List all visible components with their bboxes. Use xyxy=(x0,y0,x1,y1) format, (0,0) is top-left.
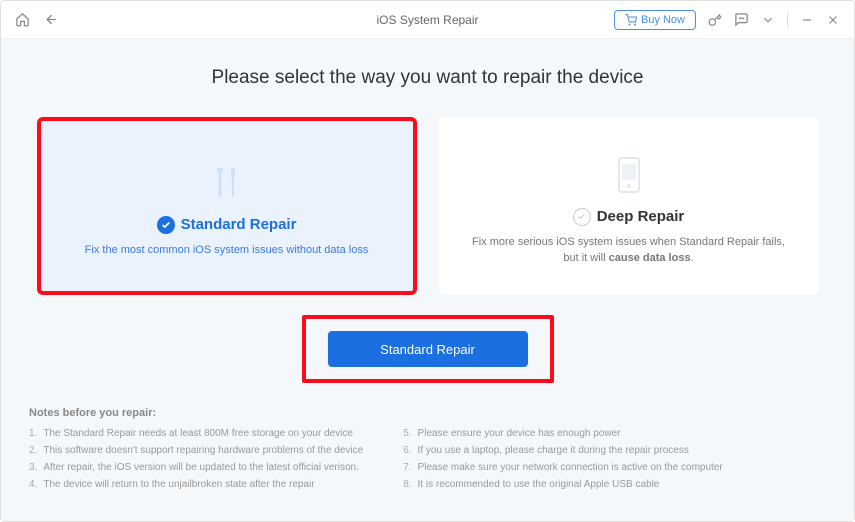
standard-repair-button[interactable]: Standard Repair xyxy=(328,331,528,367)
close-icon[interactable] xyxy=(826,13,840,27)
titlebar-right: Buy Now xyxy=(614,10,840,30)
action-highlight: Standard Repair xyxy=(302,315,554,383)
notes-lists: 1.The Standard Repair needs at least 800… xyxy=(29,425,826,493)
notes-right: 5.Please ensure your device has enough p… xyxy=(403,425,723,493)
titlebar: iOS System Repair Buy Now xyxy=(1,1,854,39)
chevron-down-icon[interactable] xyxy=(761,13,775,27)
standard-repair-desc: Fix the most common iOS system issues wi… xyxy=(85,242,369,259)
deep-desc-post: . xyxy=(691,252,694,264)
list-item: 1.The Standard Repair needs at least 800… xyxy=(29,425,363,442)
list-item: 6.If you use a laptop, please charge it … xyxy=(403,442,723,459)
key-icon[interactable] xyxy=(708,13,722,27)
list-item: 7.Please make sure your network connecti… xyxy=(403,459,723,476)
feedback-icon[interactable] xyxy=(734,12,749,27)
check-icon xyxy=(573,208,591,226)
deep-desc-bold: cause data loss xyxy=(609,252,691,264)
notes-title: Notes before you repair: xyxy=(29,407,826,419)
list-item: 2.This software doesn't support repairin… xyxy=(29,442,363,459)
list-item: 3.After repair, the iOS version will be … xyxy=(29,459,363,476)
list-item: 4.The device will return to the unjailbr… xyxy=(29,476,363,493)
device-icon xyxy=(605,146,653,202)
tools-icon xyxy=(203,154,251,210)
titlebar-divider xyxy=(787,13,788,27)
list-item: 8.It is recommended to use the original … xyxy=(403,476,723,493)
app-window: iOS System Repair Buy Now xyxy=(0,0,855,522)
cart-icon xyxy=(625,14,637,26)
notes-section: Notes before you repair: 1.The Standard … xyxy=(29,407,826,493)
repair-options: Standard Repair Fix the most common iOS … xyxy=(29,117,826,295)
buy-now-label: Buy Now xyxy=(641,14,685,26)
list-item: 5.Please ensure your device has enough p… xyxy=(403,425,723,442)
deep-repair-desc: Fix more serious iOS system issues when … xyxy=(467,234,791,267)
back-icon[interactable] xyxy=(44,12,59,27)
action-row: Standard Repair xyxy=(29,315,826,383)
buy-now-button[interactable]: Buy Now xyxy=(614,10,696,30)
titlebar-left xyxy=(15,12,59,27)
content-area: Please select the way you want to repair… xyxy=(1,39,854,521)
deep-repair-title: Deep Repair xyxy=(597,208,685,225)
check-icon xyxy=(157,216,175,234)
minimize-icon[interactable] xyxy=(800,13,814,27)
standard-title-row: Standard Repair xyxy=(157,216,297,234)
deep-repair-card[interactable]: Deep Repair Fix more serious iOS system … xyxy=(439,117,819,295)
notes-left: 1.The Standard Repair needs at least 800… xyxy=(29,425,363,493)
standard-repair-card[interactable]: Standard Repair Fix the most common iOS … xyxy=(37,117,417,295)
window-title: iOS System Repair xyxy=(376,13,478,27)
home-icon[interactable] xyxy=(15,12,30,27)
standard-repair-title: Standard Repair xyxy=(181,216,297,233)
deep-title-row: Deep Repair xyxy=(573,208,685,226)
page-heading: Please select the way you want to repair… xyxy=(29,67,826,89)
